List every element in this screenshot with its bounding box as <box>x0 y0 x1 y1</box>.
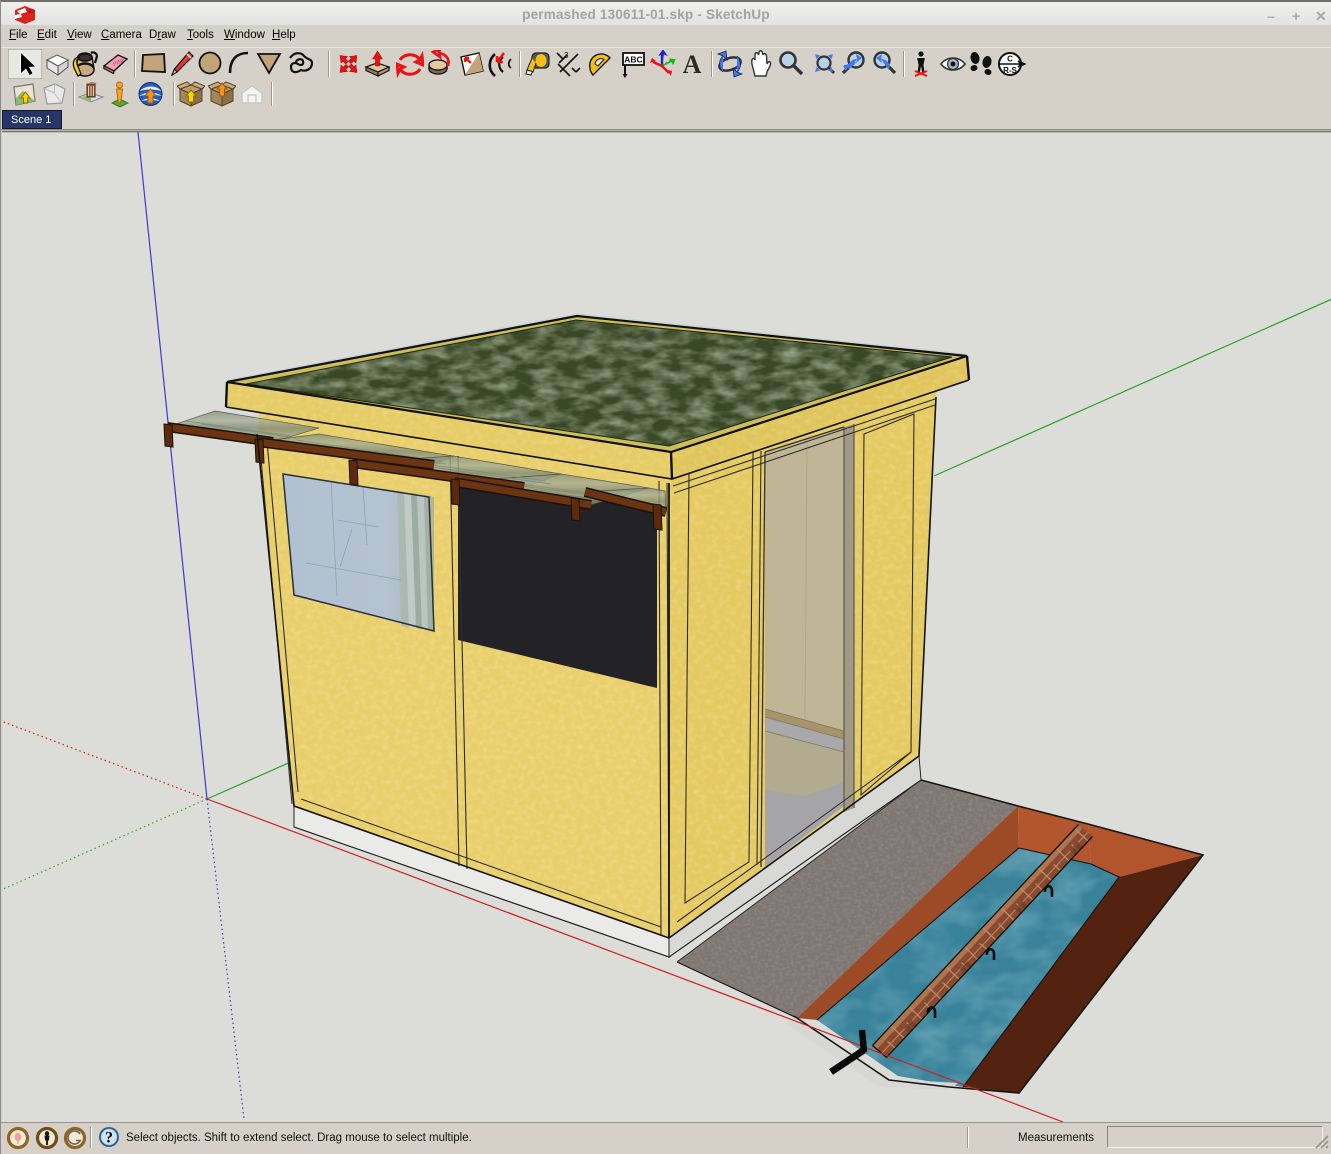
svg-text:A: A <box>683 50 702 78</box>
svg-text:C: C <box>1007 55 1013 64</box>
svg-text:R-S: R-S <box>1003 66 1017 75</box>
svg-text:?: ? <box>105 1130 113 1147</box>
svg-text:3: 3 <box>564 51 569 60</box>
svg-text:ABC: ABC <box>624 55 642 65</box>
